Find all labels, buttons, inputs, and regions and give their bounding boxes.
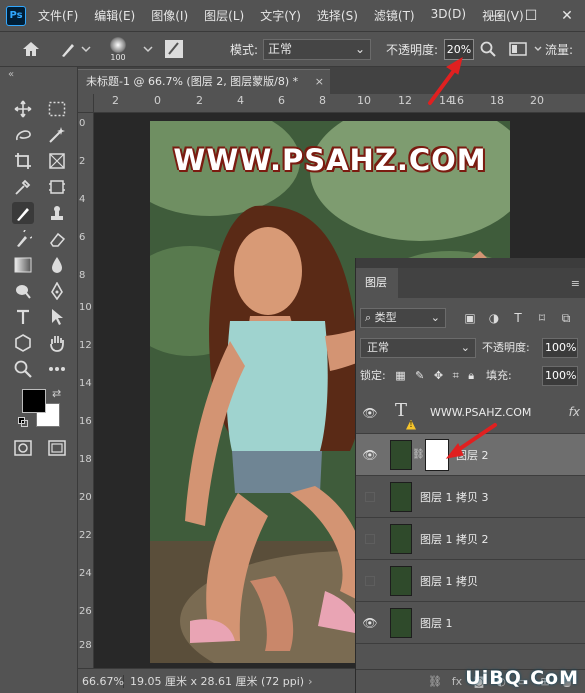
- site-watermark: UiBQ.CoM: [465, 667, 579, 689]
- foreground-color-swatch[interactable]: [22, 389, 46, 413]
- annotation-arrow: [445, 423, 497, 459]
- annotation-arrows: [428, 56, 497, 459]
- annotation-arrow: [428, 56, 463, 105]
